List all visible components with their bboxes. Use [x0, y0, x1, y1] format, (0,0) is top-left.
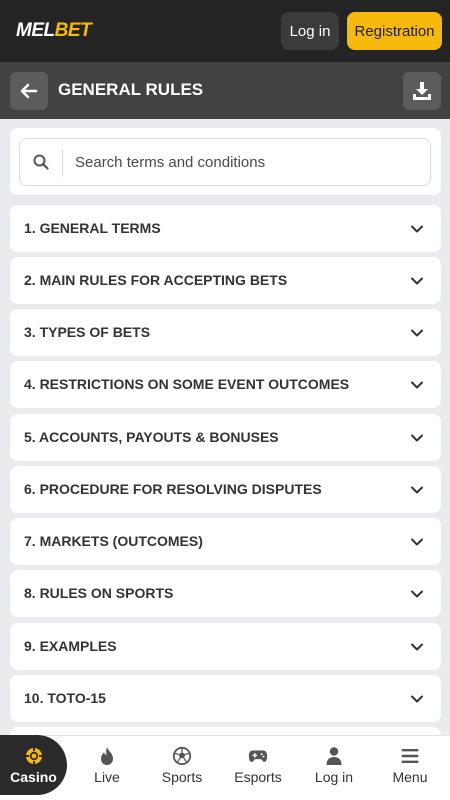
rule-section-label: 8. RULES ON SPORTS [24, 585, 174, 601]
download-icon [413, 82, 431, 100]
chevron-down-icon [411, 590, 423, 598]
nav-label: Menu [392, 769, 428, 785]
rule-section-label: 5. ACCOUNTS, PAYOUTS & BONUSES [24, 429, 279, 445]
rule-section-1[interactable]: 1. GENERAL TERMS [10, 205, 441, 252]
registration-button[interactable]: Registration [347, 12, 442, 50]
melbet-logo[interactable]: MELBET [16, 20, 92, 42]
nav-login[interactable]: Log in [303, 735, 365, 800]
nav-label: Live [94, 769, 120, 785]
nav-label: Log in [314, 769, 354, 785]
rule-section-label: 3. TYPES OF BETS [24, 324, 151, 340]
rule-section-9[interactable]: 9. EXAMPLES [10, 623, 441, 670]
login-button[interactable]: Log in [281, 12, 339, 50]
rule-section-label: 1. GENERAL TERMS [24, 220, 161, 236]
arrow-left-icon [20, 83, 38, 99]
chevron-down-icon [411, 538, 423, 546]
nav-label: Esports [234, 769, 282, 785]
flame-icon [97, 746, 117, 766]
registration-button-label: Registration [354, 22, 435, 40]
nav-live[interactable]: Live [75, 735, 139, 800]
chevron-down-icon [411, 381, 423, 389]
chevron-down-icon [411, 695, 423, 703]
rule-section-6[interactable]: 6. PROCEDURE FOR RESOLVING DISPUTES [10, 466, 441, 513]
chevron-down-icon [411, 486, 423, 494]
nav-menu[interactable]: Menu [379, 735, 441, 800]
casino-chip-icon [24, 746, 44, 766]
rule-section-10[interactable]: 10. TOTO-15 [10, 675, 441, 722]
chevron-down-icon [411, 329, 423, 337]
user-icon [324, 746, 344, 766]
gamepad-icon [248, 746, 268, 766]
rule-section-7[interactable]: 7. MARKETS (OUTCOMES) [10, 518, 441, 565]
rule-section-8[interactable]: 8. RULES ON SPORTS [10, 570, 441, 617]
rule-section-4[interactable]: 4. RESTRICTIONS ON SOME EVENT OUTCOMES [10, 361, 441, 408]
hamburger-icon [400, 746, 420, 766]
rule-section-label: 2. MAIN RULES FOR ACCEPTING BETS [24, 272, 288, 288]
rule-section-2[interactable]: 2. MAIN RULES FOR ACCEPTING BETS [10, 257, 441, 304]
rule-section-label: 9. EXAMPLES [24, 638, 117, 654]
search-card [10, 128, 441, 195]
rule-section-3[interactable]: 3. TYPES OF BETS [10, 309, 441, 356]
chevron-down-icon [411, 643, 423, 651]
nav-esports[interactable]: Esports [227, 735, 289, 800]
page-title: GENERAL RULES [58, 80, 204, 99]
search-icon [33, 154, 49, 170]
download-button[interactable] [403, 72, 441, 110]
nav-label: Sports [161, 769, 203, 785]
login-button-label: Log in [289, 22, 331, 40]
search-input[interactable] [75, 148, 415, 176]
rule-section-5[interactable]: 5. ACCOUNTS, PAYOUTS & BONUSES [10, 414, 441, 461]
chevron-down-icon [411, 225, 423, 233]
rule-section-label: 10. TOTO-15 [24, 690, 106, 706]
rule-section-label: 7. MARKETS (OUTCOMES) [24, 533, 203, 549]
soccer-ball-icon [172, 746, 192, 766]
nav-label: Casino [10, 769, 57, 785]
search-box[interactable] [19, 138, 431, 186]
rule-section-label: 6. PROCEDURE FOR RESOLVING DISPUTES [24, 481, 322, 497]
nav-casino[interactable]: Casino [0, 735, 67, 795]
chevron-down-icon [411, 434, 423, 442]
search-divider [62, 149, 63, 177]
nav-sports[interactable]: Sports [151, 735, 213, 800]
chevron-down-icon [411, 277, 423, 285]
back-button[interactable] [10, 72, 48, 110]
rule-section-label: 4. RESTRICTIONS ON SOME EVENT OUTCOMES [24, 376, 350, 392]
